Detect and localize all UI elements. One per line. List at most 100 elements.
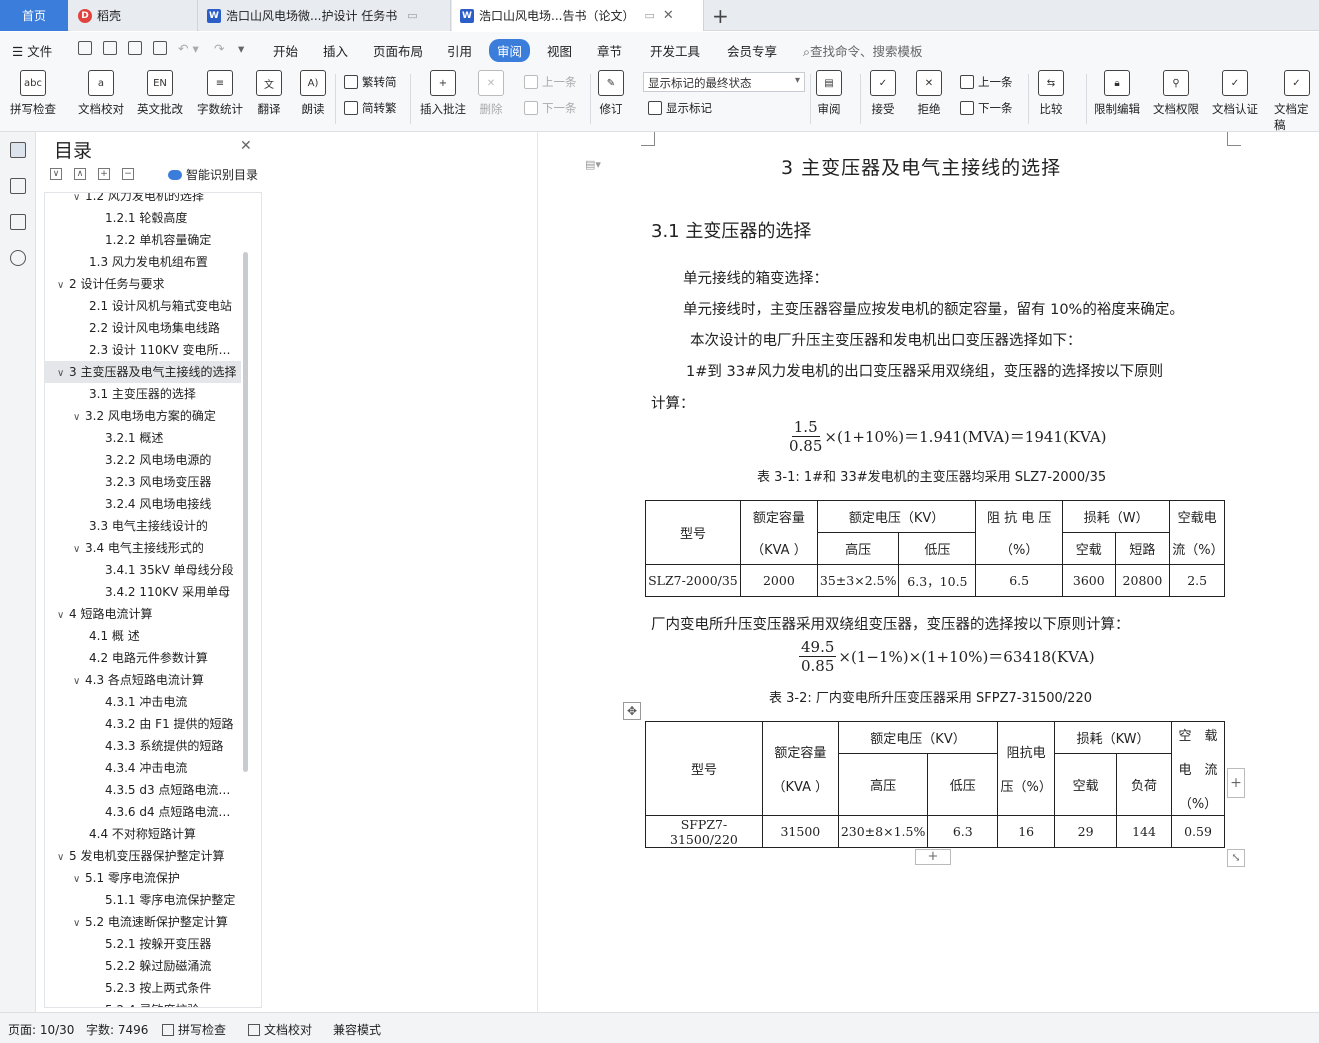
toc-item[interactable]: ∨ 2 设计任务与要求 xyxy=(45,273,241,295)
restrict-edit-button[interactable]: 🔒︎ 限制编辑 xyxy=(1094,70,1140,117)
remove-heading-icon[interactable]: − xyxy=(122,168,134,180)
next-change-button[interactable]: 下一条 xyxy=(960,100,1013,116)
chevron-down-icon[interactable]: ∨ xyxy=(57,605,69,625)
chevron-down-icon[interactable]: ∨ xyxy=(73,671,85,691)
toc-item[interactable]: ∨ 1.2 风力发电机的选择 xyxy=(45,193,241,207)
add-column-button[interactable]: + xyxy=(1227,768,1245,798)
bookmark-icon[interactable] xyxy=(10,214,26,230)
menu-start[interactable]: 开始 xyxy=(273,41,298,60)
chevron-down-icon[interactable]: ∨ xyxy=(57,275,69,295)
toc-panel-icon[interactable] xyxy=(10,142,26,158)
toc-item[interactable]: ∨ 3.4 电气主接线形式的 xyxy=(45,537,241,559)
accept-button[interactable]: ✓ 接受 xyxy=(870,70,896,117)
doc-cert-button[interactable]: ✓ 文档认证 xyxy=(1212,70,1258,117)
toc-item[interactable]: 4.1 概 述 xyxy=(45,625,241,647)
tab-home[interactable]: 首页 xyxy=(0,0,68,31)
menu-insert[interactable]: 插入 xyxy=(323,41,348,60)
review-pane-button[interactable]: ▤ 审阅 xyxy=(816,70,842,117)
close-icon[interactable]: ✕ xyxy=(240,138,252,154)
expand-all-icon[interactable]: ∧ xyxy=(74,168,86,180)
prev-comment-button[interactable]: 上一条 xyxy=(524,74,577,90)
read-aloud-button[interactable]: A) 朗读 xyxy=(300,70,326,117)
t2s-button[interactable]: 繁转简 xyxy=(344,74,397,90)
toc-item[interactable]: 4.3.1 冲击电流 xyxy=(45,691,241,713)
toc-item[interactable]: ∨ 5 发电机变压器保护整定计算 xyxy=(45,845,241,867)
toc-item[interactable]: 3.1 主变压器的选择 xyxy=(45,383,241,405)
toc-item[interactable]: 2.2 设计风电场集电线路 xyxy=(45,317,241,339)
toc-item[interactable]: 5.2.3 按上两式条件 xyxy=(45,977,241,999)
tab-task-doc[interactable]: W 浩口山风电场微...护设计 任务书 ▭ xyxy=(199,0,451,31)
file-menu[interactable]: ☰ 文件 xyxy=(12,41,52,60)
spell-check-button[interactable]: abc 拼写检查 xyxy=(10,70,56,117)
next-comment-button[interactable]: 下一条 xyxy=(524,100,577,116)
toc-item[interactable]: 2.1 设计风机与箱式变电站 xyxy=(45,295,241,317)
redo-icon[interactable]: ↷ xyxy=(214,41,224,56)
toc-item[interactable]: 4.3.4 冲击电流 xyxy=(45,757,241,779)
word-count-button[interactable]: ≡ 字数统计 xyxy=(197,70,243,117)
toc-scrollbar[interactable] xyxy=(243,252,248,772)
search-icon[interactable] xyxy=(10,250,26,266)
chevron-down-icon[interactable]: ∨ xyxy=(73,869,85,889)
chevron-down-icon[interactable]: ∨ xyxy=(73,913,85,933)
toc-item[interactable]: 3.2.1 概述 xyxy=(45,427,241,449)
menu-review[interactable]: 审阅 xyxy=(489,39,531,62)
toc-item[interactable]: 5.2.2 躲过励磁涌流 xyxy=(45,955,241,977)
toc-item[interactable]: 3.3 电气主接线设计的 xyxy=(45,515,241,537)
print-icon[interactable] xyxy=(128,41,142,55)
en-proof-button[interactable]: EN 英文批改 xyxy=(137,70,183,117)
compare-button[interactable]: ⇆ 比较 xyxy=(1038,70,1064,117)
add-heading-icon[interactable]: + xyxy=(98,168,110,180)
smart-toc-button[interactable]: 智能识别目录 xyxy=(168,166,258,183)
print-preview-icon[interactable] xyxy=(153,41,167,55)
toc-item[interactable]: 4.2 电路元件参数计算 xyxy=(45,647,241,669)
toc-item[interactable]: 3.4.1 35kV 单母线分段 xyxy=(45,559,241,581)
undo-icon[interactable]: ↶ ▾ xyxy=(178,41,199,56)
toc-item[interactable]: ∨ 3 主变压器及电气主接线的选择 xyxy=(45,361,241,383)
toc-item[interactable]: 1.3 风力发电机组布置 xyxy=(45,251,241,273)
add-row-button[interactable]: + xyxy=(915,849,951,865)
markup-select[interactable]: 显示标记的最终状态 xyxy=(643,72,805,92)
menu-vip[interactable]: 会员专享 xyxy=(727,41,777,60)
toc-item[interactable]: 3.2.4 风电场电接线 xyxy=(45,493,241,515)
more-icon[interactable]: ▾ xyxy=(238,41,244,56)
toc-item[interactable]: ∨ 3.2 风电场电方案的确定 xyxy=(45,405,241,427)
save-icon[interactable] xyxy=(78,41,92,55)
doc-final-button[interactable]: ✓ 文档定稿 xyxy=(1274,70,1319,133)
insert-comment-button[interactable]: + 插入批注 xyxy=(420,70,466,117)
toc-item[interactable]: 5.2.1 按躲开变压器 xyxy=(45,933,241,955)
menu-devtools[interactable]: 开发工具 xyxy=(650,41,700,60)
page-indicator[interactable]: 页面: 10/30 xyxy=(8,1021,74,1038)
word-count[interactable]: 字数: 7496 xyxy=(86,1021,148,1038)
toc-item[interactable]: 3.2.3 风电场变压器 xyxy=(45,471,241,493)
toc-item[interactable]: ∨ 4 短路电流计算 xyxy=(45,603,241,625)
collapse-all-icon[interactable]: ∨ xyxy=(50,168,62,180)
menu-view[interactable]: 视图 xyxy=(547,41,572,60)
track-changes-button[interactable]: ✎ 修订 xyxy=(598,70,624,117)
toc-item[interactable]: 3.2.2 风电场电源的 xyxy=(45,449,241,471)
nav-panel-icon[interactable] xyxy=(10,178,26,194)
export-icon[interactable] xyxy=(103,41,117,55)
translate-button[interactable]: 文翻译 xyxy=(256,70,282,117)
toc-item[interactable]: 5.2.4 灵敏度校验 xyxy=(45,999,241,1007)
paragraph-menu-icon[interactable]: ▤▾ xyxy=(585,158,601,171)
show-markup-button[interactable]: 显示标记 xyxy=(648,100,712,116)
menu-layout[interactable]: 页面布局 xyxy=(373,41,423,60)
prev-change-button[interactable]: 上一条 xyxy=(960,74,1013,90)
toc-item[interactable]: 1.2.1 轮毂高度 xyxy=(45,207,241,229)
toc-item[interactable]: 4.3.6 d4 点短路电流计算 xyxy=(45,801,241,823)
toc-item[interactable]: 4.3.2 由 F1 提供的短路 xyxy=(45,713,241,735)
toc-item[interactable]: 4.3.5 d3 点短路电流计算 xyxy=(45,779,241,801)
doc-proof-button[interactable]: a 文档校对 xyxy=(78,70,124,117)
chevron-down-icon[interactable]: ∨ xyxy=(57,847,69,867)
menu-reference[interactable]: 引用 xyxy=(447,41,472,60)
doc-proof-toggle[interactable]: 文档校对 xyxy=(248,1021,312,1038)
toc-item[interactable]: ∨ 5.2 电流速断保护整定计算 xyxy=(45,911,241,933)
new-tab-button[interactable]: + xyxy=(712,4,729,28)
reject-button[interactable]: ✕ 拒绝 xyxy=(916,70,942,117)
delete-comment-button[interactable]: ✕ 删除 xyxy=(478,70,504,117)
resize-table-handle[interactable]: ⤡ xyxy=(1227,849,1245,867)
table-move-handle[interactable]: ✥ xyxy=(623,702,641,720)
s2t-button[interactable]: 简转繁 xyxy=(344,100,397,116)
toc-item[interactable]: 4.3.3 系统提供的短路 xyxy=(45,735,241,757)
spell-check-toggle[interactable]: 拼写检查 xyxy=(162,1021,226,1038)
